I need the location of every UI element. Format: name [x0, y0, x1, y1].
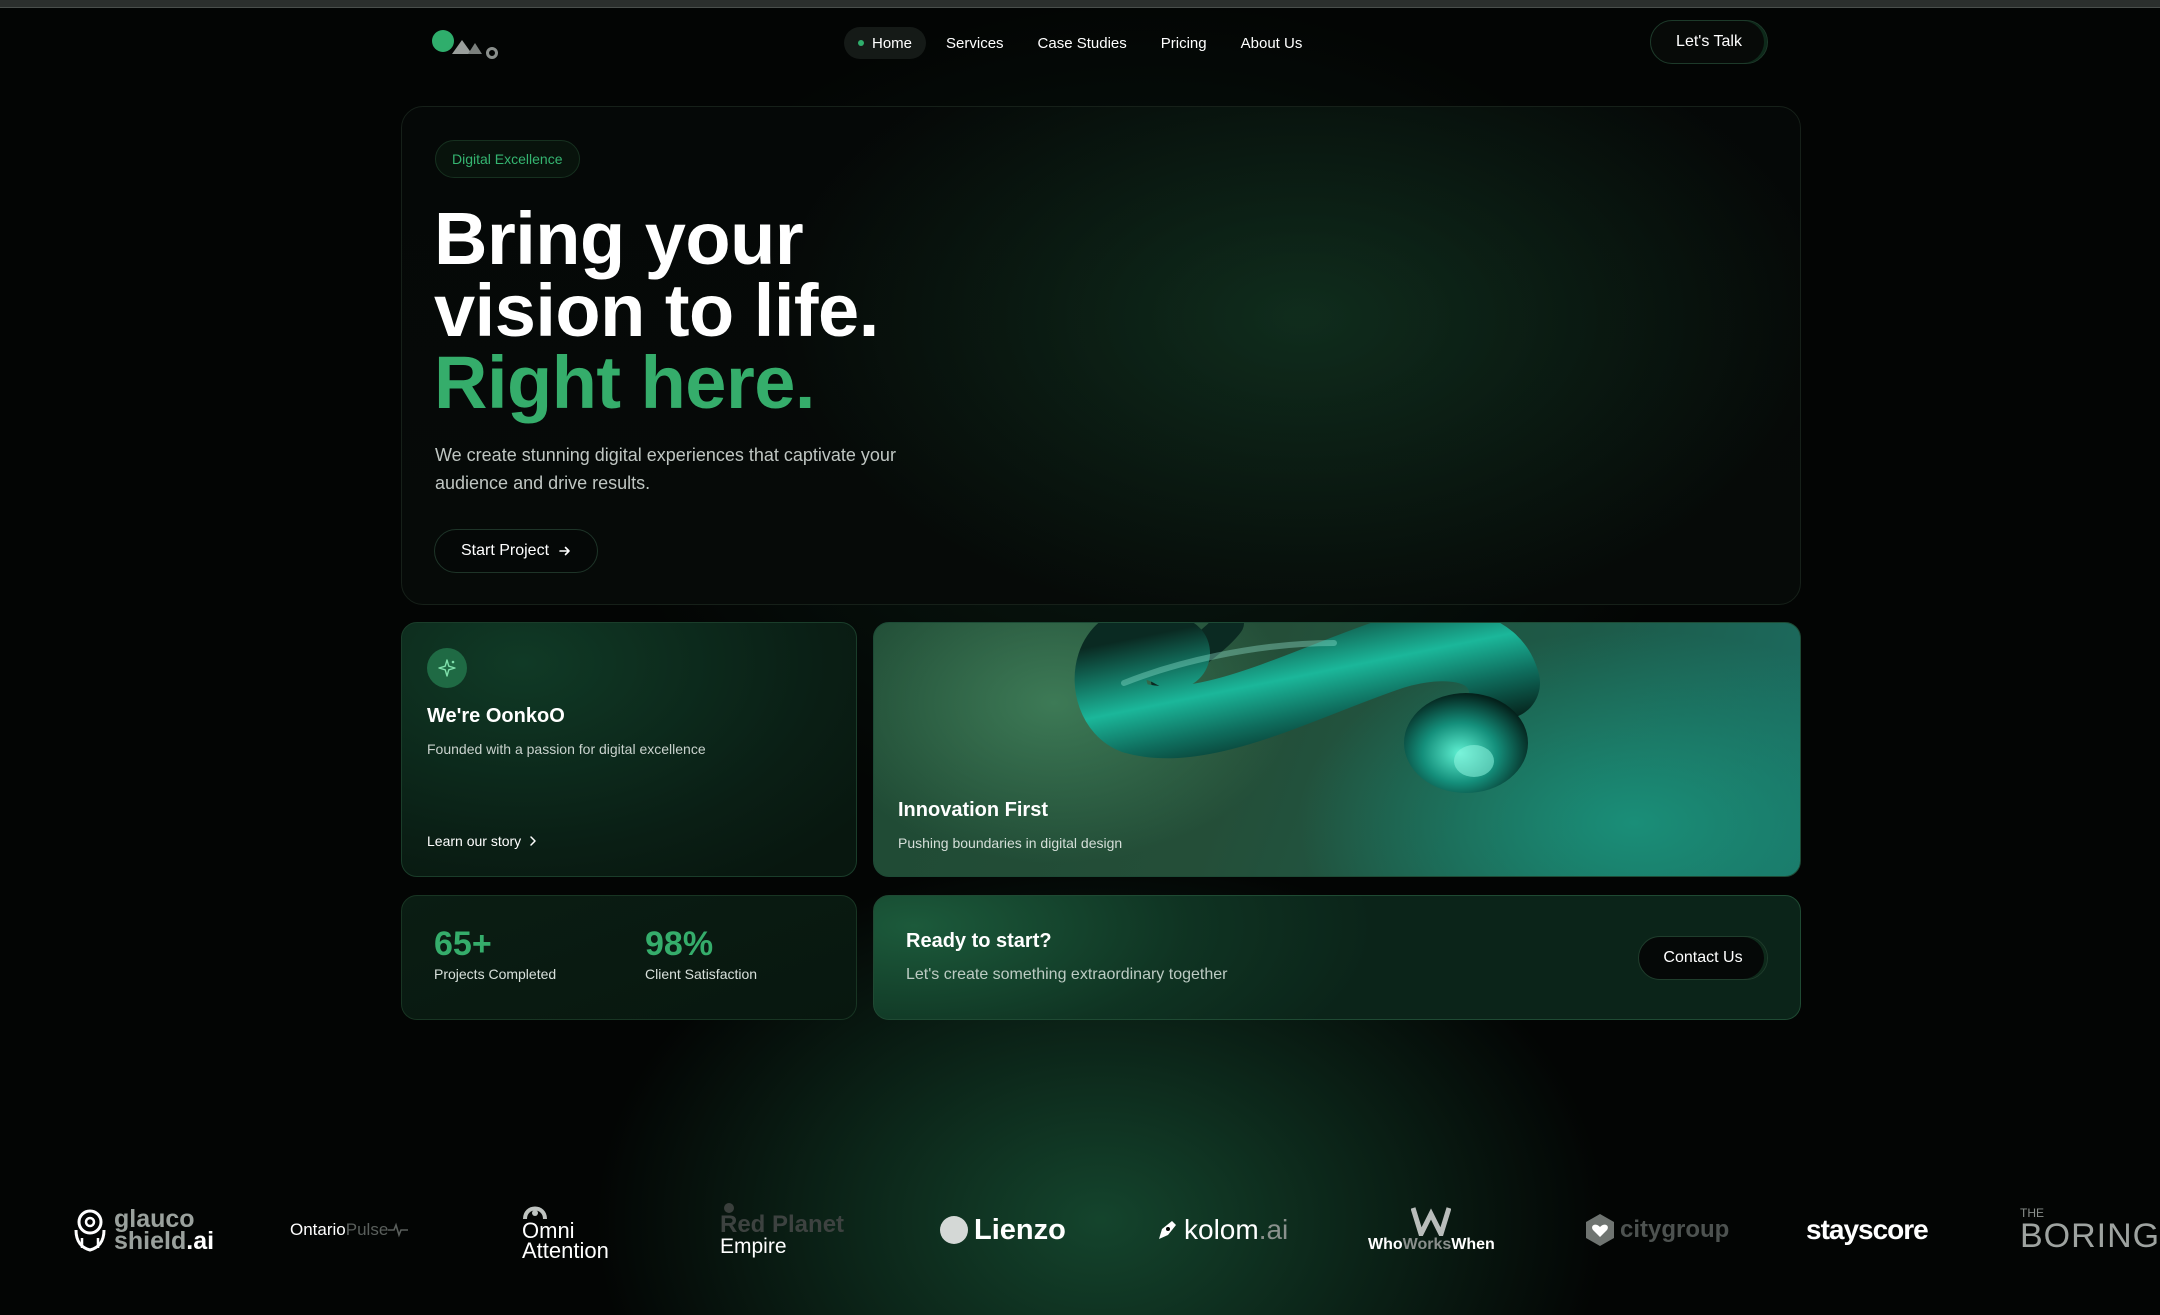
stayscore-text: stayscore [1806, 1214, 1929, 1245]
start-project-button[interactable]: Start Project [434, 529, 598, 573]
headline-line-2: vision to life. [434, 269, 879, 352]
active-dot-icon [858, 40, 864, 46]
innovation-subtitle: Pushing boundaries in digital design [898, 835, 1123, 851]
learn-our-story-label: Learn our story [427, 833, 522, 849]
stat-value: 98% [645, 925, 714, 963]
start-project-label: Start Project [460, 542, 550, 559]
who-text: Who [1368, 1236, 1403, 1253]
about-title: We're OonkoO [427, 705, 565, 727]
logo-red-planet-empire: Red Planet Empire [720, 1190, 844, 1270]
stat-satisfaction: 98% Client Satisfaction [645, 926, 757, 982]
pulse-text: Pulse [345, 1220, 389, 1239]
stat-value: 65+ [434, 925, 492, 963]
kolom-ai-text: .ai [1258, 1214, 1289, 1245]
headline-line-1: Bring your [434, 197, 804, 280]
brand-logo[interactable] [432, 30, 504, 60]
innovation-title: Innovation First [898, 799, 1048, 821]
hero-card: Digital Excellence Bring your vision to … [401, 106, 1801, 605]
nav-item-label: About Us [1240, 34, 1303, 52]
when-text: When [1451, 1236, 1495, 1253]
top-navigation: Home Services Case Studies Pricing About… [0, 8, 2160, 78]
stat-label: Projects Completed [434, 966, 557, 982]
hero-headline: Bring your vision to life. Right here. [434, 197, 879, 424]
stat-projects: 65+ Projects Completed [434, 926, 556, 982]
nav-item-label: Pricing [1160, 34, 1207, 52]
ontario-text: Ontario [290, 1220, 346, 1239]
logo-the-boring: THE BORING [2020, 1190, 2160, 1270]
works-text: Works [1402, 1236, 1452, 1253]
logo-circle-shape [432, 30, 454, 52]
logo-lienzo: Lienzo [940, 1190, 1066, 1270]
nav-item-pricing[interactable]: Pricing [1147, 27, 1221, 59]
logo-ring-shape [486, 47, 498, 59]
heart-hexagon-icon [1586, 1214, 1614, 1246]
lets-talk-button[interactable]: Let's Talk [1650, 20, 1768, 64]
lienzo-text: Lienzo [974, 1213, 1066, 1246]
stats-card: 65+ Projects Completed 98% Client Satisf… [401, 895, 857, 1020]
attention-text: Attention [522, 1238, 609, 1263]
nav-item-services[interactable]: Services [932, 27, 1018, 59]
logo-citygroup: citygroup [1584, 1190, 1729, 1270]
chevron-right-icon [530, 836, 536, 846]
logo-omni-attention: Omni Attention [522, 1190, 609, 1270]
sparkle-icon [427, 648, 467, 688]
pulse-wave-icon [388, 1222, 409, 1238]
lienzo-circle-icon [940, 1216, 968, 1244]
headline-line-3: Right here. [434, 341, 815, 424]
red-planet-text: Red Planet [720, 1211, 845, 1238]
hero-badge: Digital Excellence [435, 140, 580, 178]
cta-subtitle: Let's create something extraordinary tog… [906, 966, 1228, 983]
whoworkswhen-text: WhoWorksWhen [1368, 1236, 1495, 1254]
cta-title: Ready to start? [906, 930, 1052, 952]
boring-text: BORING [2020, 1217, 2160, 1255]
pen-nib-icon [1159, 1221, 1176, 1239]
empire-text: Empire [720, 1235, 787, 1258]
nav-item-label: Services [946, 34, 1004, 52]
shield-text: shield [114, 1227, 187, 1255]
logo-stayscore: stayscore [1806, 1190, 1929, 1270]
browser-top-border [0, 0, 2160, 8]
logo-glaucoshield: glauco shield.ai [72, 1190, 214, 1270]
logo-ontario-pulse: Ontario Pulse [290, 1190, 409, 1270]
innovation-card: Innovation First Pushing boundaries in d… [873, 622, 1801, 877]
about-subtitle: Founded with a passion for digital excel… [427, 741, 706, 757]
nav-item-about-us[interactable]: About Us [1227, 27, 1317, 59]
nav-item-label: Home [872, 34, 913, 52]
arrow-right-icon [559, 545, 571, 557]
nav-item-case-studies[interactable]: Case Studies [1024, 27, 1141, 59]
w-monogram-icon [1411, 1207, 1452, 1236]
about-card: We're OonkoO Founded with a passion for … [401, 622, 857, 877]
client-logo-strip: glauco shield.ai Ontario Pulse Omni Atte… [0, 1190, 2160, 1270]
kolom-text: kolom [1184, 1214, 1259, 1245]
logo-small-triangle-shape [468, 43, 482, 54]
glauco-hands-icon [74, 1209, 106, 1252]
ai-text: .ai [186, 1227, 215, 1255]
logo-kolom-ai: kolom .ai [1154, 1190, 1288, 1270]
main-menu: Home Services Case Studies Pricing About… [844, 27, 1316, 59]
hero-subtitle: We create stunning digital experiences t… [435, 445, 896, 493]
page: Home Services Case Studies Pricing About… [0, 0, 2160, 1315]
citygroup-text: citygroup [1620, 1216, 1730, 1243]
contact-us-button[interactable]: Contact Us [1638, 936, 1768, 980]
ready-to-start-card: Ready to start? Let's create something e… [873, 895, 1801, 1020]
shield-ai-text: shield.ai [114, 1227, 215, 1255]
logo-whoworkswhen: WhoWorksWhen [1368, 1190, 1495, 1270]
nav-item-home[interactable]: Home [844, 27, 927, 59]
nav-item-label: Case Studies [1037, 34, 1127, 52]
stat-label: Client Satisfaction [645, 966, 758, 982]
learn-our-story-link[interactable]: Learn our story [427, 833, 537, 849]
